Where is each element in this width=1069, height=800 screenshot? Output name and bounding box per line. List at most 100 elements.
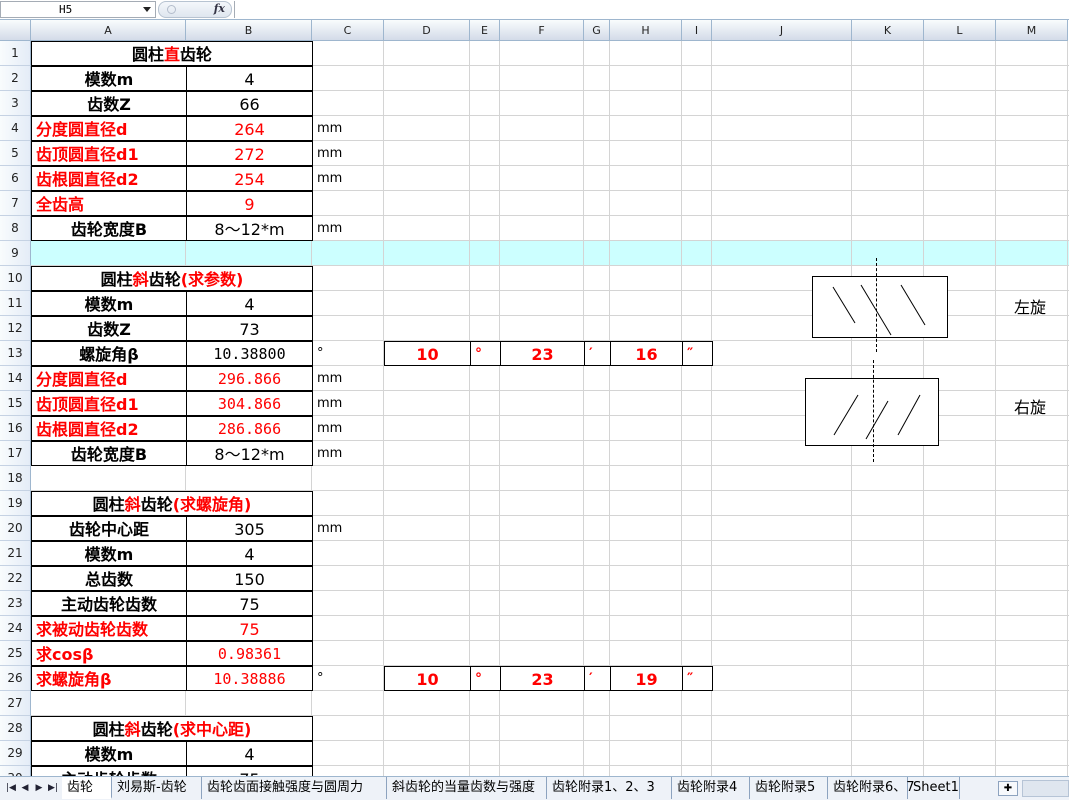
param-value[interactable]: 10.38886 <box>186 666 313 691</box>
param-value[interactable]: 4 <box>186 541 313 566</box>
section-title[interactable]: 圆柱斜齿轮(求螺旋角) <box>31 491 313 516</box>
row-header[interactable]: 3 <box>0 91 31 116</box>
row-header[interactable]: 1 <box>0 41 31 66</box>
row-header[interactable]: 27 <box>0 691 31 716</box>
param-value[interactable]: 264 <box>186 116 313 141</box>
param-value[interactable]: 66 <box>186 91 313 116</box>
sheet-tab[interactable]: Sheet1 <box>908 777 960 799</box>
param-label[interactable]: 齿数Z <box>31 91 187 116</box>
dms-deg-sym[interactable]: ° <box>470 666 501 691</box>
column-header[interactable]: B <box>186 20 312 41</box>
param-value[interactable]: 296.866 <box>186 366 313 391</box>
param-label[interactable]: 齿数Z <box>31 316 187 341</box>
dms-deg-sym[interactable]: ° <box>470 341 501 366</box>
last-sheet-icon[interactable]: ▶| <box>46 781 60 795</box>
param-label[interactable]: 求cosβ <box>31 641 187 666</box>
spreadsheet-grid[interactable]: A B C D E F G H I J K L M 1 2 3 4 5 6 7 8 9 10 11 12 13 14 15 16 17 18… <box>0 20 1069 776</box>
section-title[interactable]: 圆柱斜齿轮(求参数) <box>31 266 313 291</box>
column-header[interactable]: K <box>852 20 924 41</box>
row-header[interactable]: 10 <box>0 266 31 291</box>
param-label[interactable]: 螺旋角β <box>31 341 187 366</box>
param-label[interactable]: 齿根圆直径d2 <box>31 166 187 191</box>
row-header[interactable]: 29 <box>0 741 31 766</box>
param-label[interactable]: 模数m <box>31 66 187 91</box>
row-header[interactable]: 7 <box>0 191 31 216</box>
row-header[interactable]: 21 <box>0 541 31 566</box>
next-sheet-icon[interactable]: ▶ <box>32 781 46 795</box>
param-label[interactable]: 分度圆直径d <box>31 366 187 391</box>
dms-min-sym[interactable]: ′ <box>584 341 611 366</box>
dms-sec-sym[interactable]: ″ <box>682 666 713 691</box>
param-label[interactable]: 齿轮宽度B <box>31 441 187 466</box>
column-header[interactable]: D <box>384 20 470 41</box>
param-label[interactable]: 主动齿轮齿数 <box>31 766 187 776</box>
row-header[interactable]: 25 <box>0 641 31 666</box>
param-label[interactable]: 主动齿轮齿数 <box>31 591 187 616</box>
dms-deg[interactable]: 10 <box>384 666 471 691</box>
dms-min[interactable]: 23 <box>500 341 585 366</box>
row-header[interactable]: 17 <box>0 441 31 466</box>
param-value[interactable]: 73 <box>186 316 313 341</box>
row-header[interactable]: 24 <box>0 616 31 641</box>
expand-icon[interactable] <box>167 5 176 14</box>
param-value[interactable]: 254 <box>186 166 313 191</box>
row-header[interactable]: 15 <box>0 391 31 416</box>
param-value[interactable]: 10.38800 <box>186 341 313 366</box>
param-label[interactable]: 齿轮中心距 <box>31 516 187 541</box>
column-header[interactable]: C <box>312 20 384 41</box>
column-header[interactable]: L <box>924 20 996 41</box>
column-header[interactable]: H <box>610 20 682 41</box>
param-label[interactable]: 模数m <box>31 741 187 766</box>
row-header[interactable]: 12 <box>0 316 31 341</box>
param-value[interactable]: 8～12*m <box>186 441 313 466</box>
param-label[interactable]: 总齿数 <box>31 566 187 591</box>
param-label[interactable]: 齿顶圆直径d1 <box>31 141 187 166</box>
section-title[interactable]: 圆柱直齿轮 <box>31 41 313 66</box>
dms-sec[interactable]: 19 <box>610 666 683 691</box>
column-header[interactable]: M <box>996 20 1068 41</box>
param-value[interactable]: 9 <box>186 191 313 216</box>
param-value[interactable]: 150 <box>186 566 313 591</box>
param-value[interactable]: 272 <box>186 141 313 166</box>
column-header[interactable]: E <box>470 20 500 41</box>
chevron-down-icon[interactable] <box>143 7 151 12</box>
row-header[interactable]: 11 <box>0 291 31 316</box>
param-value[interactable]: 4 <box>186 66 313 91</box>
row-header[interactable]: 8 <box>0 216 31 241</box>
dms-sec-sym[interactable]: ″ <box>682 341 713 366</box>
row-header[interactable]: 23 <box>0 591 31 616</box>
sheet-tab[interactable]: 齿轮附录1、2、3 <box>547 777 672 799</box>
param-value[interactable]: 8～12*m <box>186 216 313 241</box>
row-header[interactable]: 18 <box>0 466 31 491</box>
param-value[interactable]: 304.866 <box>186 391 313 416</box>
insert-function-icon[interactable]: fx <box>214 2 225 15</box>
row-header[interactable]: 4 <box>0 116 31 141</box>
row-header[interactable]: 13 <box>0 341 31 366</box>
sheet-tab[interactable]: 斜齿轮的当量齿数与强度 <box>387 777 547 799</box>
param-label[interactable]: 全齿高 <box>31 191 187 216</box>
sheet-tab[interactable]: 齿轮附录6、7 <box>828 777 915 799</box>
prev-sheet-icon[interactable]: ◀ <box>18 781 32 795</box>
formula-input[interactable] <box>234 1 1069 18</box>
param-label[interactable]: 齿轮宽度B <box>31 216 187 241</box>
dms-deg[interactable]: 10 <box>384 341 471 366</box>
sheet-tab[interactable]: 刘易斯-齿轮 <box>112 777 202 799</box>
param-label[interactable]: 齿根圆直径d2 <box>31 416 187 441</box>
param-value[interactable]: 0.98361 <box>186 641 313 666</box>
row-header[interactable]: 26 <box>0 666 31 691</box>
param-value[interactable]: 75 <box>186 766 313 776</box>
sheet-tab[interactable]: 齿轮附录5 <box>750 777 828 799</box>
param-value[interactable]: 305 <box>186 516 313 541</box>
name-box[interactable]: H5 <box>0 1 156 18</box>
sheet-tab[interactable]: 齿轮齿面接触强度与圆周力 <box>202 777 387 799</box>
column-header[interactable]: A <box>31 20 186 41</box>
param-label[interactable]: 齿顶圆直径d1 <box>31 391 187 416</box>
column-header[interactable]: G <box>584 20 610 41</box>
section-title[interactable]: 圆柱斜齿轮(求中心距) <box>31 716 313 741</box>
select-all-corner[interactable] <box>0 20 31 41</box>
param-value[interactable]: 4 <box>186 291 313 316</box>
row-header[interactable]: 9 <box>0 241 31 266</box>
dms-sec[interactable]: 16 <box>610 341 683 366</box>
row-header[interactable]: 30 <box>0 766 31 776</box>
new-sheet-icon[interactable]: ✚ <box>998 781 1018 796</box>
